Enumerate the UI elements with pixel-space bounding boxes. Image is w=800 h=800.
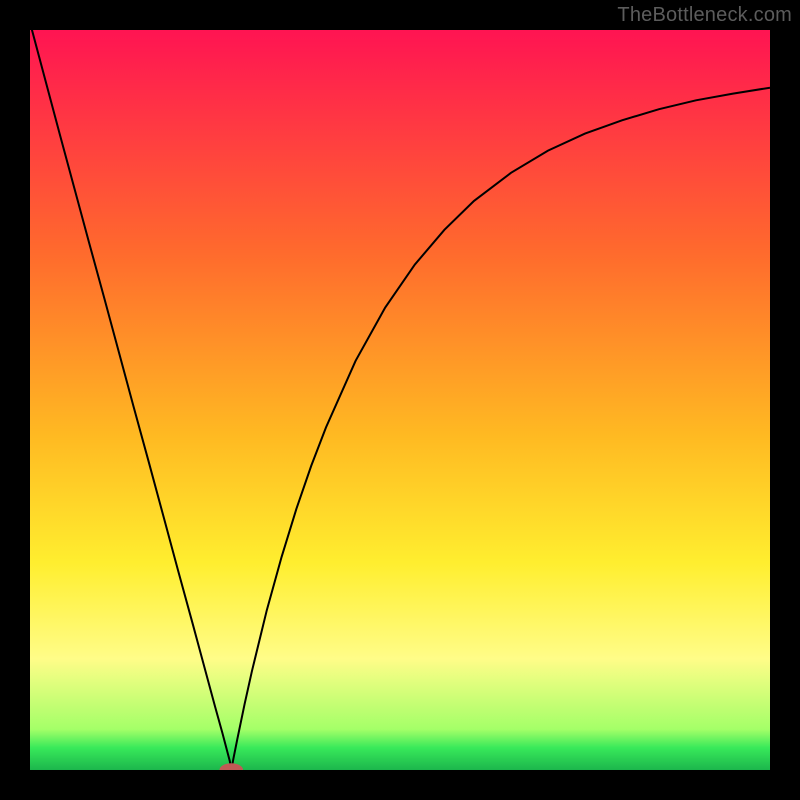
chart-svg	[30, 30, 770, 770]
chart-background	[30, 30, 770, 770]
chart-frame: TheBottleneck.com	[0, 0, 800, 800]
chart-plot-area	[30, 30, 770, 770]
watermark-text: TheBottleneck.com	[617, 4, 792, 27]
